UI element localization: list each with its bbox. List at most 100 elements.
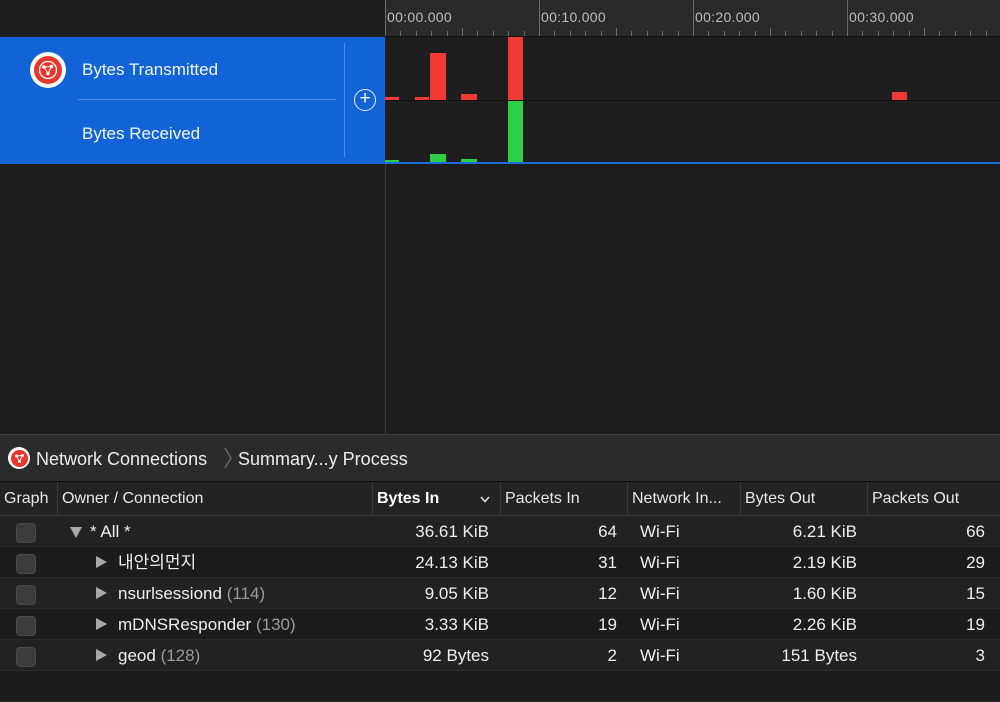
ruler-tick <box>847 0 848 36</box>
timeline-ruler[interactable]: 00:00.000 00:10.000 00:20.000 00:30.000 <box>385 0 1000 37</box>
table-row-empty <box>0 671 1000 702</box>
ruler-tick <box>631 31 632 36</box>
process-id: (114) <box>226 584 266 603</box>
ruler-tick <box>708 31 709 36</box>
column-header-packets-in[interactable]: Packets In <box>501 482 628 516</box>
packets-in-value: 2 <box>607 646 617 665</box>
network-interface-value: Wi-Fi <box>640 522 680 541</box>
packets-in-value: 12 <box>598 584 617 603</box>
network-interface-value: Wi-Fi <box>640 584 680 603</box>
graph-checkbox[interactable] <box>16 585 36 605</box>
timeline-tick-label: 00:30.000 <box>849 9 914 25</box>
ruler-tick <box>970 31 971 36</box>
network-track-header[interactable]: Bytes Transmitted Bytes Received + <box>0 37 385 164</box>
ruler-tick <box>477 31 478 36</box>
disclosure-triangle-collapsed-icon[interactable] <box>96 649 107 661</box>
disclosure-triangle-collapsed-icon[interactable] <box>96 556 107 568</box>
transmitted-bar <box>430 53 446 100</box>
column-header-bytes-in-label: Bytes In <box>377 490 440 507</box>
packets-out-value: 3 <box>975 646 985 665</box>
disclosure-triangle-collapsed-icon[interactable] <box>96 618 107 630</box>
table-header: Graph Owner / Connection Bytes In Packet… <box>0 482 1000 516</box>
ruler-tick <box>909 31 910 36</box>
graph-checkbox[interactable] <box>16 647 36 667</box>
bytes-transmitted-label: Bytes Transmitted <box>82 60 219 79</box>
add-track-button[interactable]: + <box>354 89 376 111</box>
ruler-tick <box>832 31 833 36</box>
ruler-tick <box>816 31 817 36</box>
table-row[interactable]: geod (128) 92 Bytes 2 Wi-Fi 151 Bytes 3 <box>0 640 1000 671</box>
graph-checkbox[interactable] <box>16 616 36 636</box>
breadcrumb-item-summary[interactable]: Summary...y Process <box>238 449 408 470</box>
network-activity-icon <box>8 447 30 469</box>
disclosure-triangle-collapsed-icon[interactable] <box>96 587 107 599</box>
process-id: (130) <box>255 615 296 634</box>
transmitted-bar <box>508 37 523 100</box>
ruler-tick <box>616 28 617 36</box>
ruler-tick <box>585 31 586 36</box>
ruler-tick <box>493 31 494 36</box>
network-graph[interactable] <box>385 37 1000 164</box>
timeline-tick-label: 00:20.000 <box>695 9 760 25</box>
bytes-in-value: 24.13 KiB <box>415 553 489 572</box>
bytes-out-value: 6.21 KiB <box>792 522 857 541</box>
track-vertical-divider <box>344 43 345 157</box>
network-interface-value: Wi-Fi <box>640 615 680 634</box>
column-header-graph[interactable]: Graph <box>0 482 58 516</box>
track-divider <box>78 99 336 100</box>
bytes-in-value: 92 Bytes <box>422 646 489 665</box>
packets-in-value: 64 <box>598 522 617 541</box>
empty-track-area[interactable] <box>0 164 1000 434</box>
received-bar <box>508 101 523 163</box>
transmitted-bar <box>461 94 477 100</box>
bytes-out-value: 151 Bytes <box>781 646 857 665</box>
ruler-tick <box>801 31 802 36</box>
ruler-tick <box>986 31 987 36</box>
ruler-tick <box>400 31 401 36</box>
ruler-tick <box>524 31 525 36</box>
ruler-tick <box>955 31 956 36</box>
ruler-tick <box>601 31 602 36</box>
ruler-tick <box>447 31 448 36</box>
table-row[interactable]: * All * 36.61 KiB 64 Wi-Fi 6.21 KiB 66 <box>0 516 1000 547</box>
disclosure-triangle-expanded-icon[interactable] <box>70 527 82 538</box>
table-row[interactable]: nsurlsessiond (114) 9.05 KiB 12 Wi-Fi 1.… <box>0 578 1000 609</box>
connections-table: * All * 36.61 KiB 64 Wi-Fi 6.21 KiB 66 내… <box>0 516 1000 702</box>
ruler-tick <box>862 31 863 36</box>
column-header-network-interface[interactable]: Network In... <box>628 482 741 516</box>
network-activity-icon <box>30 52 66 88</box>
breadcrumb: Network Connections Summary...y Process <box>0 434 1000 482</box>
graph-checkbox[interactable] <box>16 523 36 543</box>
bytes-in-value: 3.33 KiB <box>424 615 489 634</box>
ruler-tick <box>678 31 679 36</box>
table-row[interactable]: 내안의먼지 24.13 KiB 31 Wi-Fi 2.19 KiB 29 <box>0 547 1000 578</box>
network-interface-value: Wi-Fi <box>640 646 680 665</box>
ruler-spacer <box>0 0 385 37</box>
ruler-tick <box>647 31 648 36</box>
process-name: nsurlsessiond <box>118 584 222 603</box>
column-header-bytes-out[interactable]: Bytes Out <box>741 482 868 516</box>
ruler-tick <box>693 0 694 36</box>
bytes-in-value: 9.05 KiB <box>424 584 489 603</box>
sort-descending-chevron-icon <box>480 496 490 503</box>
ruler-tick <box>924 28 925 36</box>
ruler-tick <box>755 31 756 36</box>
packets-in-value: 19 <box>598 615 617 634</box>
breadcrumb-item-network-connections[interactable]: Network Connections <box>36 449 207 470</box>
ruler-tick <box>416 31 417 36</box>
timeline-tick-label: 00:10.000 <box>541 9 606 25</box>
column-header-packets-out[interactable]: Packets Out <box>868 482 1000 516</box>
column-header-bytes-in[interactable]: Bytes In <box>373 482 501 516</box>
transmitted-bar <box>415 97 429 100</box>
timeline-tick-label: 00:00.000 <box>387 9 452 25</box>
packets-out-value: 66 <box>966 522 985 541</box>
bytes-out-value: 2.26 KiB <box>792 615 857 634</box>
table-row[interactable]: mDNSResponder (130) 3.33 KiB 19 Wi-Fi 2.… <box>0 609 1000 640</box>
transmitted-bar <box>892 92 907 100</box>
column-header-owner[interactable]: Owner / Connection <box>58 482 373 516</box>
packets-out-value: 19 <box>966 615 985 634</box>
graph-checkbox[interactable] <box>16 554 36 574</box>
ruler-tick <box>739 31 740 36</box>
ruler-tick <box>939 31 940 36</box>
ruler-tick <box>539 0 540 36</box>
